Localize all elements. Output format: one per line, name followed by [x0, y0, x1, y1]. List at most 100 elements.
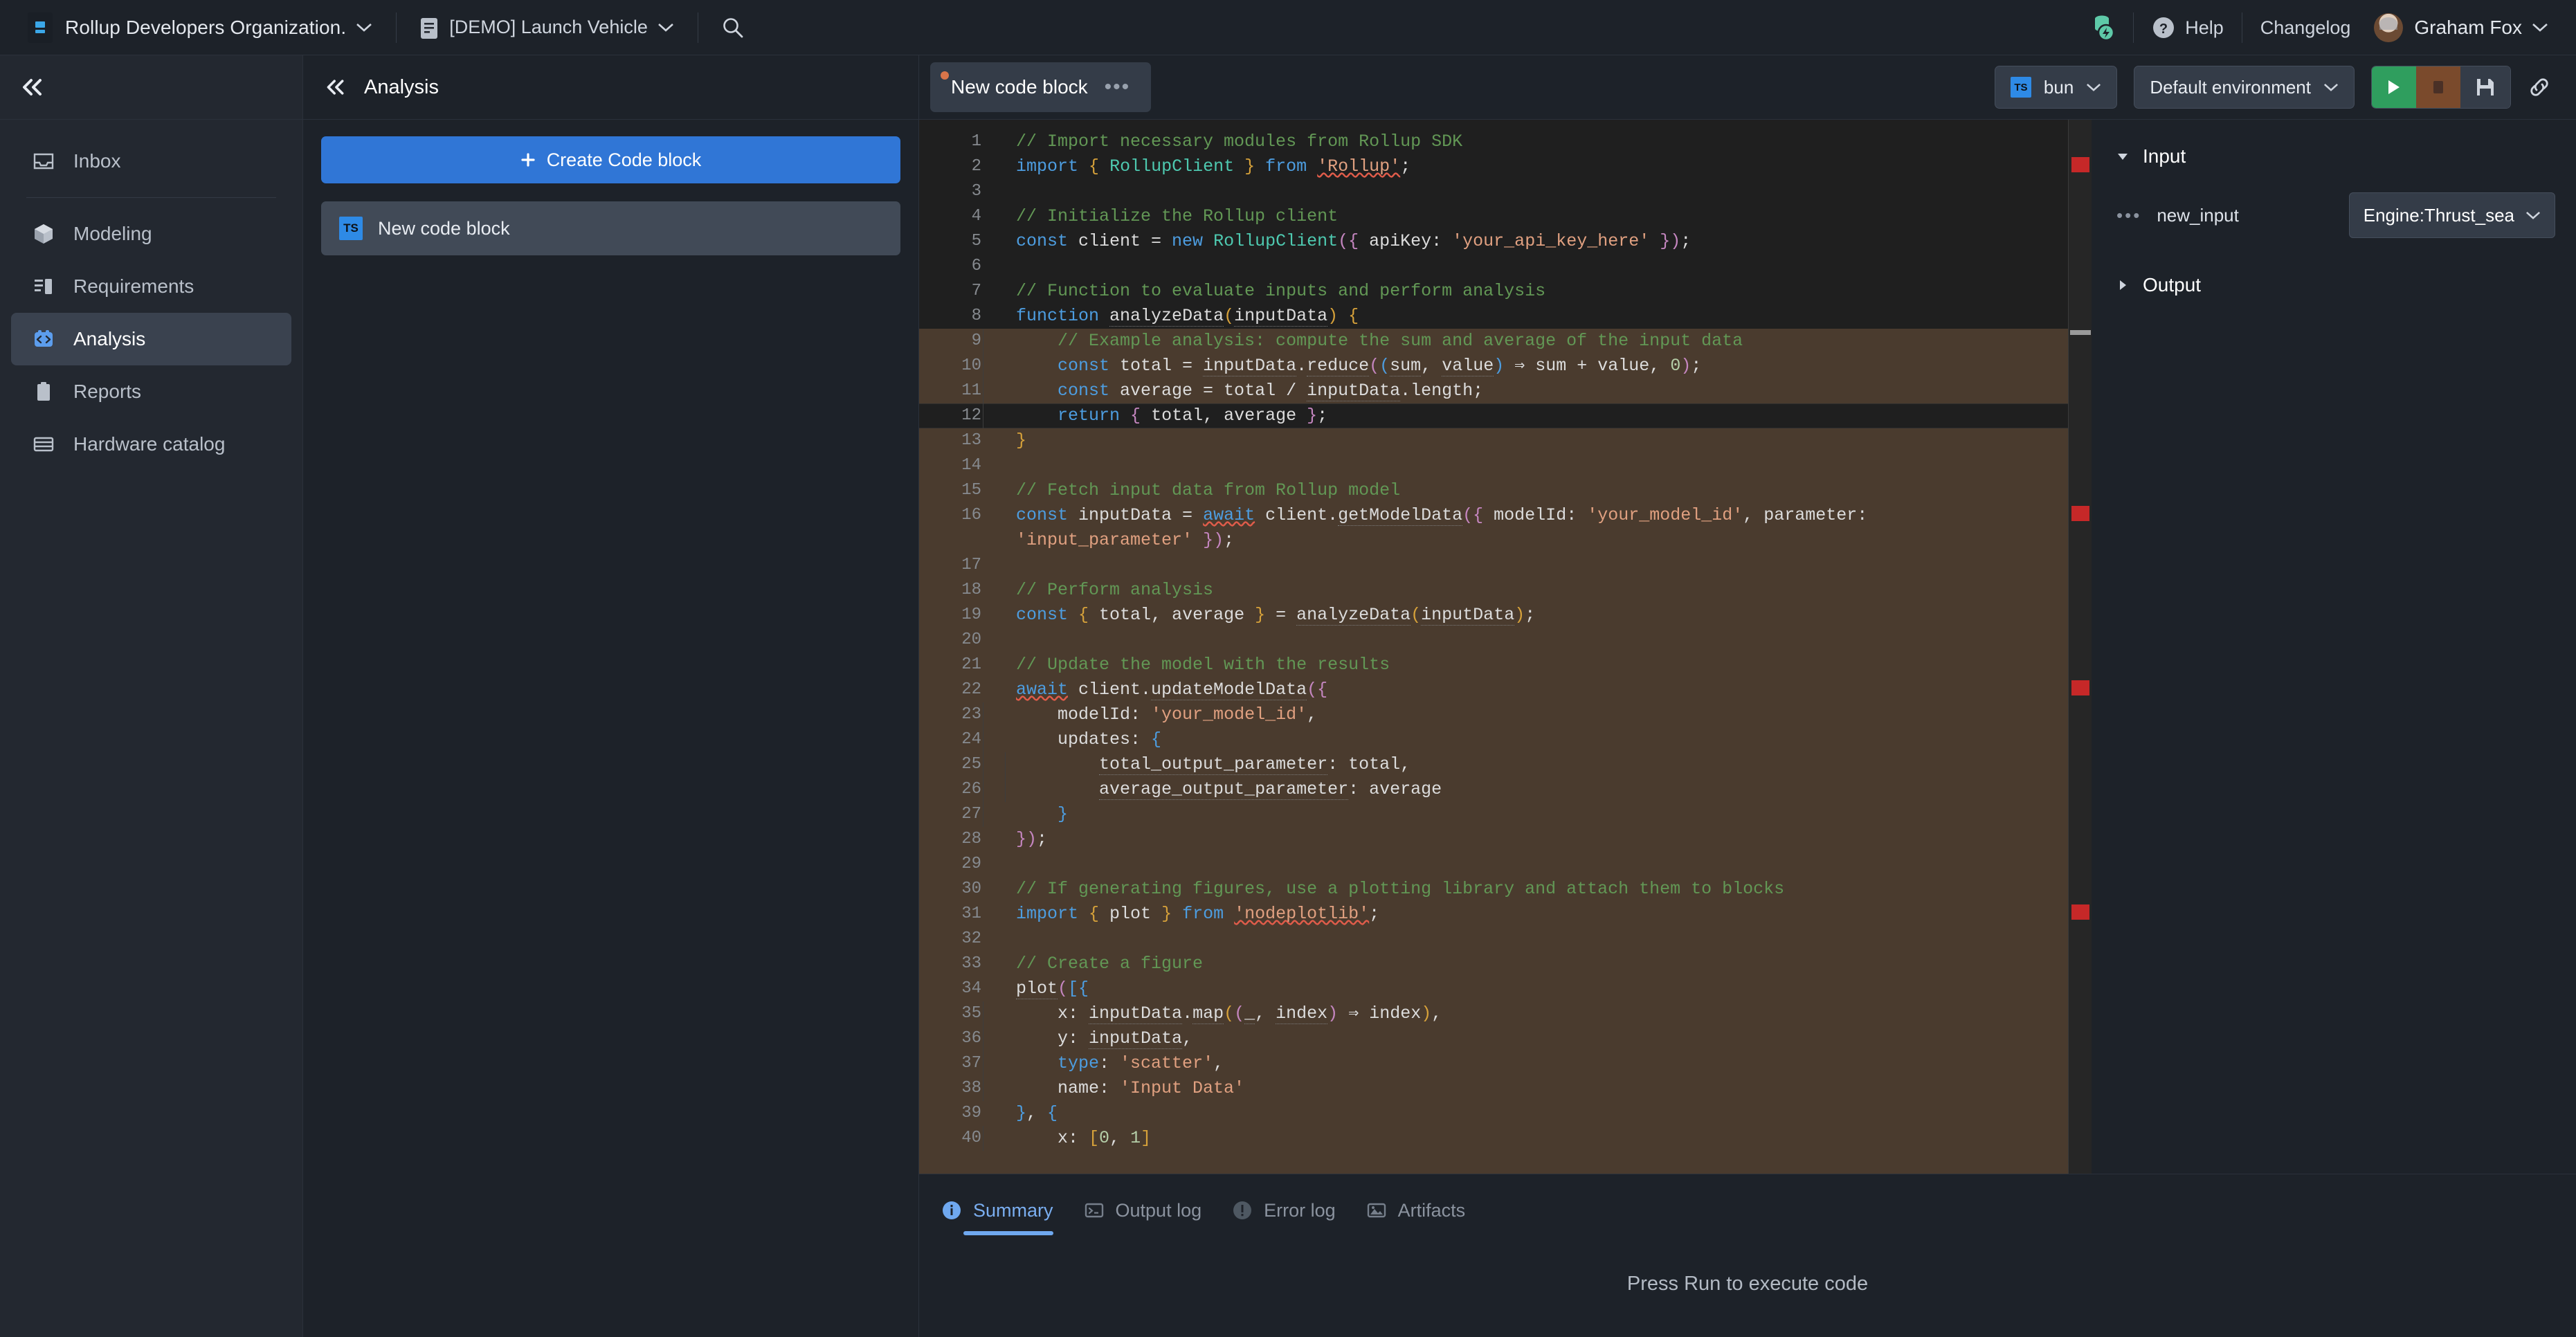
- code-token: inputData =: [1068, 505, 1204, 525]
- runtime-selector[interactable]: TS bun: [1994, 66, 2118, 109]
- code-line-text: // Function to evaluate inputs and perfo…: [981, 279, 1545, 304]
- code-block-tab[interactable]: New code block •••: [930, 62, 1152, 112]
- code-line-text: // Import necessary modules from Rollup …: [981, 129, 1462, 154]
- code-token: ): [1421, 1003, 1432, 1024]
- line-number: 7: [971, 282, 981, 300]
- link-icon[interactable]: [2528, 75, 2551, 99]
- sidebar-item-requirements[interactable]: Requirements: [11, 260, 291, 313]
- code-line-text: // If generating figures, use a plotting…: [981, 877, 1784, 902]
- sidebar-item-analysis[interactable]: Analysis: [11, 313, 291, 365]
- sidebar-item-label: Requirements: [73, 275, 194, 297]
- code-token: total =: [1109, 356, 1204, 376]
- database-bolt-icon[interactable]: [2092, 15, 2115, 41]
- code-token: =: [1265, 605, 1297, 625]
- code-editor[interactable]: 1 // Import necessary modules from Rollup…: [919, 120, 2068, 1174]
- stop-button[interactable]: [2416, 66, 2460, 108]
- code-token: :: [1099, 1053, 1121, 1073]
- line-number: 40: [961, 1129, 981, 1147]
- sidebar-item-inbox[interactable]: Inbox: [11, 135, 291, 188]
- input-value-select[interactable]: Engine:Thrust_sea: [2348, 192, 2555, 238]
- error-marker-strip[interactable]: [2068, 120, 2092, 1174]
- chevron-down-icon[interactable]: [657, 23, 674, 33]
- list-item[interactable]: TS New code block: [321, 201, 900, 255]
- double-chevron-left-icon[interactable]: [325, 79, 346, 96]
- bottom-panel: Summary Output log Error log Artifacts P…: [919, 1174, 2576, 1337]
- floppy-disk-icon: [2476, 78, 2495, 97]
- code-token: const: [1016, 231, 1069, 251]
- tab-artifacts[interactable]: Artifacts: [1366, 1190, 1465, 1231]
- code-token: (: [1379, 356, 1390, 376]
- create-code-block-label: Create Code block: [546, 149, 702, 170]
- save-button[interactable]: [2460, 66, 2510, 108]
- divider: [2133, 12, 2134, 43]
- create-code-block-button[interactable]: Create Code block: [321, 136, 900, 183]
- code-token: 0: [1099, 1128, 1110, 1148]
- code-token: ⇒ sum + value,: [1504, 356, 1671, 376]
- code-token: ;: [1224, 530, 1235, 550]
- code-token: 'your_api_key_here': [1452, 231, 1650, 251]
- drag-dots-icon[interactable]: •••: [2116, 206, 2141, 224]
- code-token: 1: [1130, 1128, 1141, 1148]
- ellipsis-icon[interactable]: •••: [1105, 77, 1131, 98]
- error-marker[interactable]: [2071, 157, 2089, 172]
- error-marker[interactable]: [2071, 904, 2089, 920]
- active-tab-underline: [963, 1231, 1053, 1235]
- line-number: 1: [971, 132, 981, 151]
- line-number: 11: [961, 381, 981, 400]
- environment-selector[interactable]: Default environment: [2134, 66, 2355, 109]
- scrollbar-thumb[interactable]: [2070, 330, 2091, 335]
- terminal-icon: [1084, 1200, 1105, 1221]
- sidebar-item-reports[interactable]: Reports: [11, 365, 291, 418]
- sidebar-item-hardware-catalog[interactable]: Hardware catalog: [11, 418, 291, 471]
- tab-error-log[interactable]: Error log: [1232, 1190, 1336, 1231]
- code-token: ,: [1026, 1103, 1048, 1123]
- run-button[interactable]: [2372, 66, 2416, 108]
- code-line: 5 const client = new RollupClient({ apiKe…: [919, 229, 2068, 254]
- search-icon[interactable]: [722, 17, 744, 39]
- line-number: 19: [961, 606, 981, 624]
- chevron-down-icon[interactable]: [356, 23, 372, 33]
- code-token: {: [1317, 680, 1328, 700]
- code-token: ): [1514, 605, 1525, 625]
- code-token: }: [1016, 1103, 1027, 1123]
- line-number: 39: [961, 1104, 981, 1122]
- list-item-label: New code block: [378, 217, 510, 239]
- tab-label: Output log: [1115, 1199, 1202, 1221]
- tab-summary[interactable]: Summary: [941, 1190, 1053, 1235]
- error-marker[interactable]: [2071, 680, 2089, 695]
- help-button[interactable]: ? Help: [2152, 16, 2224, 39]
- code-token: // If generating figures, use a plotting…: [1016, 879, 1785, 899]
- code-token: total, average: [1141, 406, 1307, 426]
- input-section-header[interactable]: Input: [2092, 136, 2576, 176]
- sidebar-item-modeling[interactable]: Modeling: [11, 208, 291, 260]
- code-line: 22 await client.updateModelData({: [919, 677, 2068, 702]
- code-line: 1 // Import necessary modules from Rollup…: [919, 129, 2068, 154]
- image-icon: [1366, 1200, 1387, 1221]
- code-token: // Import necessary modules from Rollup …: [1016, 131, 1463, 152]
- output-section-header[interactable]: Output: [2092, 265, 2576, 305]
- tab-output-log[interactable]: Output log: [1084, 1190, 1202, 1231]
- code-line: 40 x: [0, 1]: [919, 1126, 2068, 1151]
- user-name[interactable]: Graham Fox: [2414, 17, 2522, 39]
- line-number: 23: [961, 705, 981, 724]
- code-token: from: [1182, 904, 1224, 924]
- line-number: 28: [961, 830, 981, 848]
- error-marker[interactable]: [2071, 506, 2089, 521]
- code-line-text: // Example analysis: compute the sum and…: [981, 329, 1743, 354]
- line-number: 32: [961, 929, 981, 948]
- chevron-down-icon[interactable]: [2532, 23, 2548, 33]
- code-token: index: [1276, 1003, 1328, 1024]
- code-token: sum: [1390, 356, 1422, 376]
- code-line-text: await client.updateModelData({: [981, 677, 1327, 702]
- code-token: total_output_parameter: [1099, 754, 1328, 775]
- code-token: total, average: [1089, 605, 1255, 625]
- changelog-link[interactable]: Changelog: [2260, 17, 2351, 39]
- code-line: 31 import { plot } from 'nodeplotlib';: [919, 902, 2068, 927]
- double-chevron-left-icon[interactable]: [21, 78, 44, 96]
- code-line: 29: [919, 852, 2068, 877]
